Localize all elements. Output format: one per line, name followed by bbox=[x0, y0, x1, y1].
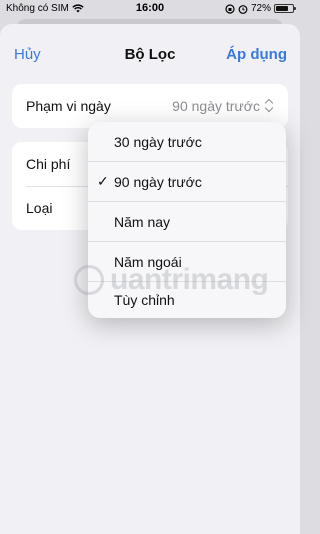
alarm-icon bbox=[238, 4, 248, 14]
battery-level bbox=[276, 6, 288, 11]
battery-icon bbox=[274, 4, 296, 13]
cost-label: Chi phí bbox=[26, 156, 71, 172]
status-right: 72% bbox=[225, 3, 296, 14]
battery-percent: 72% bbox=[250, 3, 271, 14]
date-range-value[interactable]: 90 ngày trước bbox=[172, 98, 274, 114]
checkmark-icon: ✓ bbox=[97, 173, 109, 189]
menu-item-last-year[interactable]: Năm ngoái bbox=[88, 242, 286, 281]
status-bar: Không có SIM 16:00 72% bbox=[0, 0, 300, 18]
menu-item-this-year[interactable]: Năm nay bbox=[88, 202, 286, 241]
apply-button[interactable]: Áp dụng bbox=[226, 46, 287, 63]
menu-item-label: 30 ngày trước bbox=[114, 133, 202, 150]
date-range-label: Phạm vi ngày bbox=[26, 98, 111, 114]
menu-item-90-days[interactable]: ✓ 90 ngày trước bbox=[88, 162, 286, 201]
battery-tip bbox=[294, 7, 296, 10]
menu-item-30-days[interactable]: ✓ 30 ngày trước bbox=[88, 122, 286, 161]
date-range-menu: ✓ 30 ngày trước ✓ 90 ngày trước Năm nay … bbox=[88, 122, 286, 318]
chevron-up-down-icon bbox=[264, 99, 274, 113]
menu-item-label: 90 ngày trước bbox=[114, 173, 202, 190]
menu-item-label: Năm ngoái bbox=[114, 253, 182, 270]
menu-item-label: Tùy chỉnh bbox=[114, 291, 175, 308]
orientation-lock-icon bbox=[225, 3, 235, 14]
menu-item-custom[interactable]: Tùy chỉnh bbox=[88, 280, 286, 318]
menu-item-label: Năm nay bbox=[114, 213, 171, 230]
type-label: Loại bbox=[26, 200, 53, 216]
date-range-value-text: 90 ngày trước bbox=[172, 98, 260, 114]
